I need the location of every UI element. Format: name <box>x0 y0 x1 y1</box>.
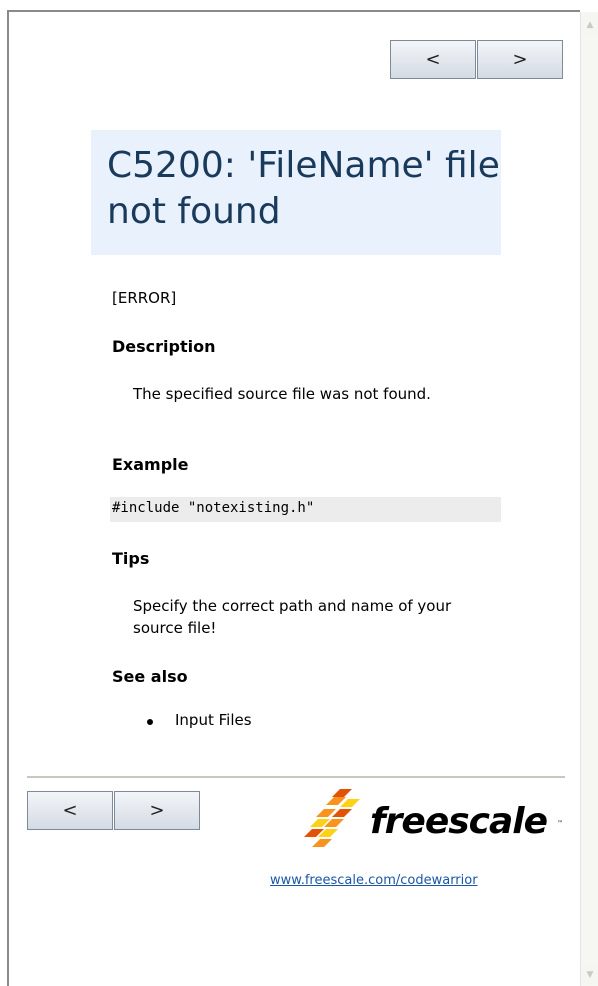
top-previous-button[interactable]: < <box>390 40 476 79</box>
example-code: #include "notexisting.h" <box>110 497 501 522</box>
tips-heading: Tips <box>112 549 150 568</box>
error-severity-tag: [ERROR] <box>112 289 177 307</box>
example-heading: Example <box>112 455 189 474</box>
freescale-mark-icon <box>304 789 360 847</box>
trademark-symbol: ™ <box>557 820 563 827</box>
page-title: C5200: 'FileName' file not found <box>107 145 500 232</box>
codewarrior-website-link[interactable]: www.freescale.com/codewarrior <box>270 873 478 888</box>
description-heading: Description <box>112 337 216 356</box>
see-also-heading: See also <box>112 667 188 686</box>
bottom-previous-button[interactable]: < <box>27 791 113 830</box>
title-banner: C5200: 'FileName' file not found <box>91 130 501 255</box>
scroll-up-icon[interactable]: ▲ <box>582 16 598 34</box>
list-item: Input Files <box>147 711 252 729</box>
top-next-button[interactable]: > <box>477 40 563 79</box>
bottom-next-button[interactable]: > <box>114 791 200 830</box>
scroll-down-icon[interactable]: ▼ <box>582 966 598 984</box>
logo-wordmark: freescale <box>370 801 548 842</box>
description-text: The specified source file was not found. <box>133 385 431 403</box>
vertical-scrollbar[interactable]: ▲ ▼ <box>580 12 598 986</box>
see-also-list: Input Files <box>147 711 252 729</box>
window-top <box>0 0 598 10</box>
bullet-icon <box>147 719 153 725</box>
input-files-link[interactable]: Input Files <box>175 711 252 729</box>
tips-text: Specify the correct path and name of you… <box>133 597 452 637</box>
frame-border-top <box>7 10 580 12</box>
freescale-logo: freescale ™ <box>304 787 566 859</box>
frame-border-left <box>7 10 9 986</box>
footer-divider <box>27 776 565 778</box>
